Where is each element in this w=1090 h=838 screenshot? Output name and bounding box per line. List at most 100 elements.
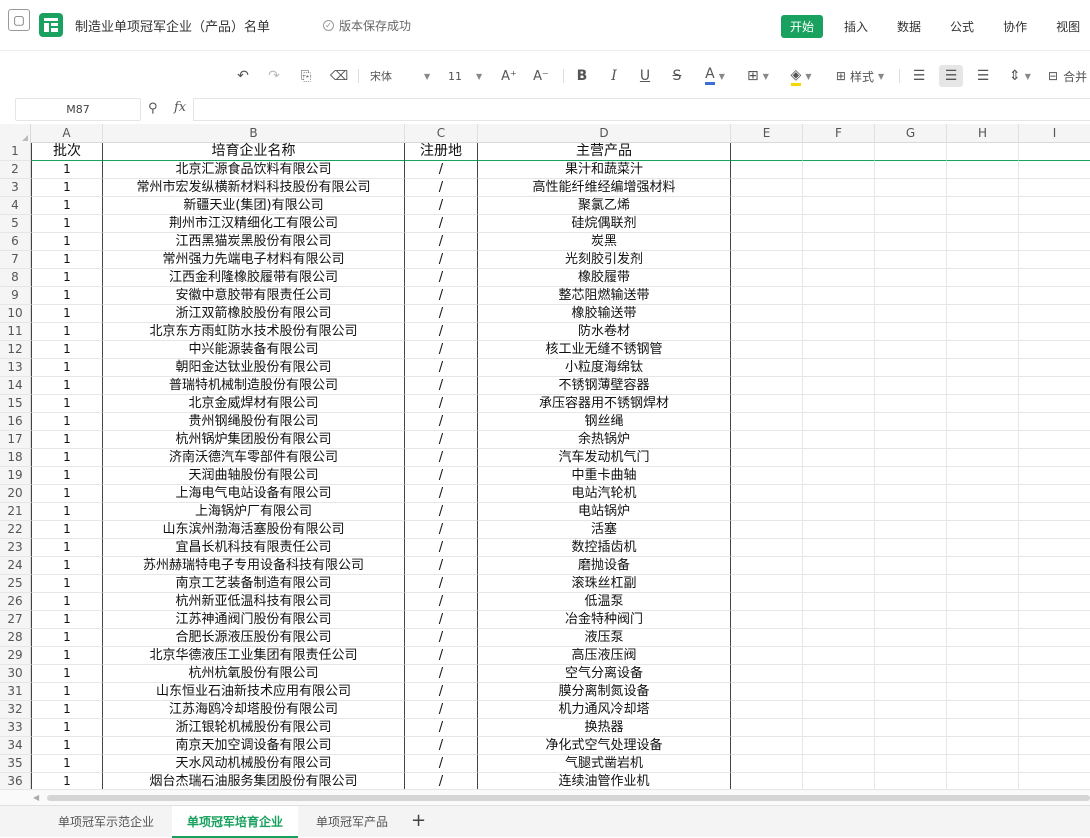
strikethrough-icon[interactable]: S	[669, 65, 685, 87]
empty-cell[interactable]	[803, 179, 875, 197]
empty-cell[interactable]	[947, 647, 1019, 665]
empty-cell[interactable]	[875, 773, 947, 789]
column-header-d[interactable]: D	[478, 124, 731, 143]
header-registered-place[interactable]: 注册地	[405, 143, 478, 161]
company-name-cell[interactable]: 浙江银轮机械股份有限公司	[103, 719, 405, 737]
empty-cell[interactable]	[947, 467, 1019, 485]
row-number[interactable]: 2	[0, 161, 31, 179]
company-name-cell[interactable]: 荆州市江汉精细化工有限公司	[103, 215, 405, 233]
empty-cell[interactable]	[947, 449, 1019, 467]
column-header-i[interactable]: I	[1019, 124, 1090, 143]
empty-cell[interactable]	[1019, 377, 1090, 395]
row-number[interactable]: 29	[0, 647, 31, 665]
align-left-icon[interactable]: ☰	[909, 65, 929, 87]
formula-input[interactable]	[193, 98, 1090, 121]
company-name-cell[interactable]: 山东恒业石油新技术应用有限公司	[103, 683, 405, 701]
batch-cell[interactable]: 1	[31, 341, 103, 359]
empty-cell[interactable]	[875, 431, 947, 449]
batch-cell[interactable]: 1	[31, 755, 103, 773]
empty-cell[interactable]	[731, 305, 803, 323]
empty-cell[interactable]	[731, 323, 803, 341]
align-right-icon[interactable]: ☰	[973, 65, 993, 87]
empty-cell[interactable]	[875, 215, 947, 233]
empty-cell[interactable]	[875, 539, 947, 557]
column-header-b[interactable]: B	[103, 124, 405, 143]
row-number[interactable]: 10	[0, 305, 31, 323]
italic-icon[interactable]: I	[606, 65, 622, 87]
batch-cell[interactable]: 1	[31, 737, 103, 755]
registered-place-cell[interactable]: /	[405, 233, 478, 251]
row-number[interactable]: 7	[0, 251, 31, 269]
empty-cell[interactable]	[875, 251, 947, 269]
empty-cell[interactable]	[947, 359, 1019, 377]
company-name-cell[interactable]: 济南沃德汽车零部件有限公司	[103, 449, 405, 467]
empty-cell[interactable]	[947, 611, 1019, 629]
main-product-cell[interactable]: 钢丝绳	[478, 413, 731, 431]
row-number[interactable]: 36	[0, 773, 31, 789]
empty-cell[interactable]	[1019, 323, 1090, 341]
empty-cell[interactable]	[803, 719, 875, 737]
row-number[interactable]: 20	[0, 485, 31, 503]
main-product-cell[interactable]: 换热器	[478, 719, 731, 737]
empty-cell[interactable]	[1019, 413, 1090, 431]
batch-cell[interactable]: 1	[31, 647, 103, 665]
menu-formula[interactable]: 公式	[942, 15, 982, 38]
company-name-cell[interactable]: 朝阳金达钛业股份有限公司	[103, 359, 405, 377]
company-name-cell[interactable]: 江苏海鸥冷却塔股份有限公司	[103, 701, 405, 719]
empty-cell[interactable]	[731, 719, 803, 737]
empty-cell[interactable]	[947, 143, 1019, 161]
main-product-cell[interactable]: 气腿式凿岩机	[478, 755, 731, 773]
empty-cell[interactable]	[875, 719, 947, 737]
empty-cell[interactable]	[803, 575, 875, 593]
registered-place-cell[interactable]: /	[405, 575, 478, 593]
empty-cell[interactable]	[731, 359, 803, 377]
empty-cell[interactable]	[875, 143, 947, 161]
empty-cell[interactable]	[803, 503, 875, 521]
batch-cell[interactable]: 1	[31, 215, 103, 233]
batch-cell[interactable]: 1	[31, 611, 103, 629]
main-product-cell[interactable]: 橡胶履带	[478, 269, 731, 287]
decrease-font-icon[interactable]: A⁻	[532, 65, 550, 87]
batch-cell[interactable]: 1	[31, 575, 103, 593]
main-product-cell[interactable]: 小粒度海绵钛	[478, 359, 731, 377]
main-product-cell[interactable]: 中重卡曲轴	[478, 467, 731, 485]
empty-cell[interactable]	[875, 683, 947, 701]
empty-cell[interactable]	[731, 467, 803, 485]
empty-cell[interactable]	[875, 377, 947, 395]
company-name-cell[interactable]: 合肥长源液压股份有限公司	[103, 629, 405, 647]
empty-cell[interactable]	[875, 701, 947, 719]
empty-cell[interactable]	[947, 413, 1019, 431]
main-product-cell[interactable]: 高压液压阀	[478, 647, 731, 665]
registered-place-cell[interactable]: /	[405, 701, 478, 719]
registered-place-cell[interactable]: /	[405, 503, 478, 521]
main-product-cell[interactable]: 净化式空气处理设备	[478, 737, 731, 755]
empty-cell[interactable]	[731, 413, 803, 431]
empty-cell[interactable]	[803, 323, 875, 341]
empty-cell[interactable]	[803, 521, 875, 539]
empty-cell[interactable]	[1019, 737, 1090, 755]
empty-cell[interactable]	[1019, 305, 1090, 323]
empty-cell[interactable]	[803, 557, 875, 575]
empty-cell[interactable]	[875, 395, 947, 413]
empty-cell[interactable]	[731, 269, 803, 287]
column-header-a[interactable]: A	[31, 124, 103, 143]
empty-cell[interactable]	[803, 431, 875, 449]
add-sheet-icon[interactable]: +	[411, 810, 426, 831]
clear-format-icon[interactable]: ⌫	[330, 65, 348, 87]
row-number[interactable]: 5	[0, 215, 31, 233]
empty-cell[interactable]	[803, 611, 875, 629]
empty-cell[interactable]	[731, 341, 803, 359]
company-name-cell[interactable]: 北京金威焊材有限公司	[103, 395, 405, 413]
empty-cell[interactable]	[1019, 449, 1090, 467]
empty-cell[interactable]	[803, 773, 875, 789]
empty-cell[interactable]	[947, 341, 1019, 359]
row-number[interactable]: 28	[0, 629, 31, 647]
scrollbar-thumb[interactable]	[47, 795, 1090, 801]
batch-cell[interactable]: 1	[31, 521, 103, 539]
row-number[interactable]: 31	[0, 683, 31, 701]
registered-place-cell[interactable]: /	[405, 431, 478, 449]
empty-cell[interactable]	[1019, 629, 1090, 647]
company-name-cell[interactable]: 山东滨州渤海活塞股份有限公司	[103, 521, 405, 539]
empty-cell[interactable]	[731, 647, 803, 665]
empty-cell[interactable]	[803, 341, 875, 359]
